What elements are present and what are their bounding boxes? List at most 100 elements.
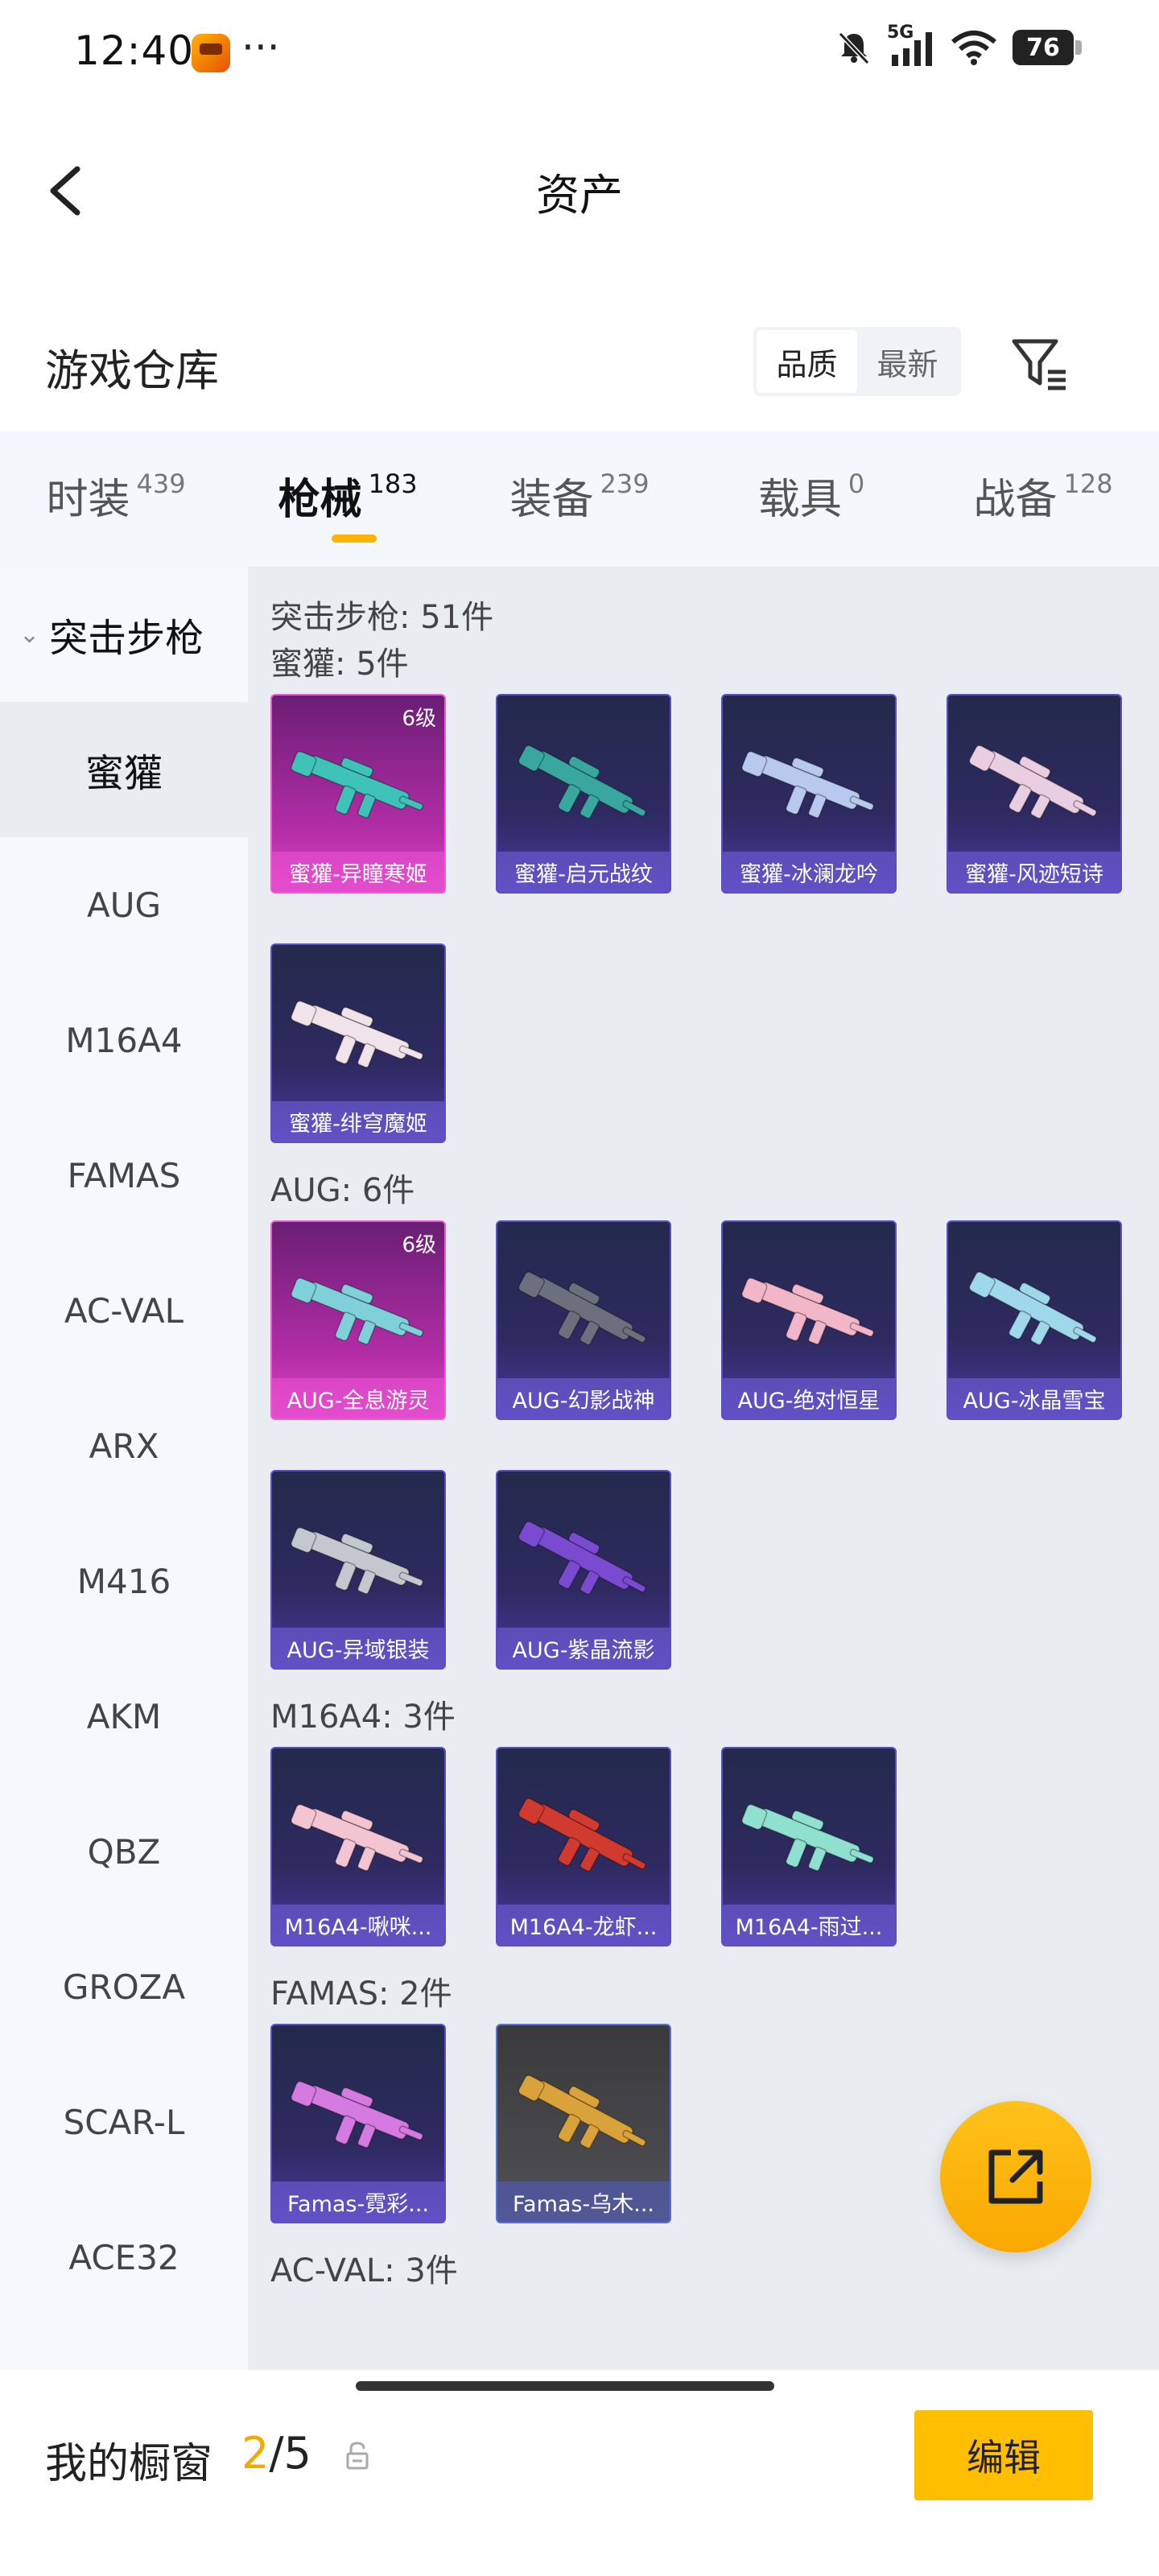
weapon-skin-card[interactable]: 6级 AUG-全息游灵 <box>270 1220 446 1420</box>
showcase-current: 2 <box>241 2428 270 2479</box>
battery-level: 76 <box>1013 30 1074 65</box>
sidebar-item-m16a4[interactable]: M16A4 <box>0 972 248 1108</box>
weapon-skin-name: M16A4-啾咪... <box>272 1905 444 1945</box>
weapon-skin-name: 蜜獾-冰澜龙吟 <box>723 852 895 892</box>
share-button[interactable] <box>940 2101 1091 2252</box>
weapon-skin-name: 蜜獾-风迹短诗 <box>948 852 1120 892</box>
tab-supplies[interactable]: 战备 128 <box>927 431 1159 567</box>
more-notifications-icon: ··· <box>241 24 280 71</box>
weapon-image <box>966 728 1106 840</box>
weapon-image <box>290 1254 430 1367</box>
home-indicator <box>356 2381 774 2391</box>
weapon-skin-name: M16A4-龙虾... <box>497 1905 670 1945</box>
tab-label: 时装 <box>46 476 130 524</box>
weapon-image <box>290 2058 430 2170</box>
sort-quality-button[interactable]: 品质 <box>757 330 857 393</box>
status-time: 12:40 <box>74 27 195 74</box>
weapon-skin-card[interactable]: M16A4-雨过... <box>721 1747 897 1946</box>
weapon-image <box>515 1254 655 1367</box>
tab-count: 439 <box>136 469 186 499</box>
tab-fashion[interactable]: 时装 439 <box>0 431 232 567</box>
sidebar-item-honey-badger[interactable]: 蜜獾 <box>0 702 248 837</box>
weapon-image <box>290 728 430 840</box>
sort-newest-button[interactable]: 最新 <box>857 330 958 393</box>
sidebar-item-ac-val[interactable]: AC-VAL <box>0 1243 248 1378</box>
tab-firearms[interactable]: 枪械 183 <box>232 431 464 567</box>
weapon-image <box>515 728 655 840</box>
weapon-skin-name: AUG-紫晶流影 <box>497 1628 670 1668</box>
nav-header: 资产 <box>0 137 1159 242</box>
sidebar-item-aug[interactable]: AUG <box>0 837 248 972</box>
category-total: 突击步枪: 51件 <box>270 599 494 636</box>
showcase-bar: 我的橱窗 2/5 编辑 <box>0 2370 1159 2576</box>
sidebar-item-m416[interactable]: M416 <box>0 1513 248 1649</box>
weapon-grid-panel: 突击步枪: 51件 蜜獾: 5件 6级 蜜獾-异瞳寒姬 蜜獾-启元战纹 蜜獾-冰澜龙吟蜜… <box>248 567 1159 2370</box>
filter-button[interactable] <box>1008 332 1072 396</box>
tab-count: 183 <box>368 469 418 499</box>
weapon-skin-card[interactable]: AUG-冰晶雪宝 <box>947 1220 1122 1420</box>
tab-count: 239 <box>600 469 650 499</box>
mute-bell-icon <box>838 31 870 65</box>
weapon-image <box>740 728 881 840</box>
weapon-skin-name: Famas-乌木... <box>497 2182 670 2222</box>
tab-label: 枪械 <box>278 476 362 524</box>
weapon-skin-card[interactable]: AUG-异域银装 <box>270 1470 446 1670</box>
external-link-icon <box>988 2149 1043 2204</box>
status-bar: 12:40 ··· 5G 76 <box>0 0 1159 105</box>
sidebar-item-scar-l[interactable]: SCAR-L <box>0 2054 248 2190</box>
weapon-skin-card[interactable]: 蜜獾-冰澜龙吟 <box>721 694 897 894</box>
tab-equipment[interactable]: 装备 239 <box>464 431 695 567</box>
sidebar-item-akm[interactable]: AKM <box>0 1649 248 1784</box>
weapon-skin-card[interactable]: 6级蜜獾-异瞳寒姬 <box>270 694 446 894</box>
weapon-skin-card[interactable]: AUG-幻影战神 <box>496 1220 671 1420</box>
sidebar-item-ace32[interactable]: ACE32 <box>0 2190 248 2325</box>
level-badge: 6级 <box>402 707 436 731</box>
app-notification-icon <box>192 34 230 72</box>
battery-icon: 76 <box>1013 30 1082 65</box>
tab-vehicles[interactable]: 载具 0 <box>695 431 927 567</box>
edit-button[interactable]: 编辑 <box>914 2410 1093 2500</box>
sidebar-item-qbz[interactable]: QBZ <box>0 1784 248 1919</box>
weapon-skin-card[interactable]: 蜜獾-绯穹魔姬 <box>270 943 446 1143</box>
level-badge: 6级 <box>402 1233 436 1257</box>
sidebar-item-groza[interactable]: GROZA <box>0 1919 248 2054</box>
section-title: FAMAS: 2件 <box>270 1975 452 2013</box>
weapon-skin-name: M16A4-雨过... <box>723 1905 895 1945</box>
sidebar-item-arx[interactable]: ARX <box>0 1378 248 1513</box>
sort-toggle: 品质 最新 <box>753 327 961 396</box>
weapon-skin-card[interactable]: M16A4-龙虾... <box>496 1747 671 1946</box>
category-tabs: 时装 439 枪械 183 装备 239 载具 0 战备 128 <box>0 431 1159 567</box>
showcase-count: 2/5 <box>241 2428 311 2479</box>
section-title: AC-VAL: 3件 <box>270 2252 458 2289</box>
weapon-skin-card[interactable]: 蜜獾-启元战纹 <box>496 694 671 894</box>
weapon-skin-card[interactable]: Famas-乌木... <box>496 2024 671 2223</box>
weapon-skin-card[interactable]: Famas-霓彩... <box>270 2024 446 2223</box>
tab-label: 装备 <box>509 476 594 524</box>
weapon-skin-card[interactable]: M16A4-啾咪... <box>270 1747 446 1946</box>
tab-label: 战备 <box>973 476 1058 524</box>
weapon-image <box>966 1254 1106 1367</box>
weapon-image <box>515 1781 655 1893</box>
weapon-skin-name: AUG-异域银装 <box>272 1628 444 1668</box>
sidebar-item-famas[interactable]: FAMAS <box>0 1108 248 1243</box>
section-title: M16A4: 3件 <box>270 1699 456 1736</box>
weapon-skin-name: 蜜獾-异瞳寒姬 <box>272 852 444 892</box>
weapon-skin-name: 蜜獾-启元战纹 <box>497 852 670 892</box>
tab-count: 0 <box>848 469 865 499</box>
weapon-skin-name: AUG-幻影战神 <box>497 1378 670 1418</box>
showcase-label: 我的橱窗 <box>45 2440 213 2488</box>
weapon-skin-card[interactable]: AUG-绝对恒星 <box>721 1220 897 1420</box>
weapon-skin-name: Famas-霓彩... <box>272 2182 444 2222</box>
weapon-image <box>740 1254 881 1367</box>
weapon-image <box>740 1781 881 1893</box>
status-icons: 5G 76 <box>835 23 1082 68</box>
weapon-skin-name: AUG-绝对恒星 <box>723 1378 895 1418</box>
weapon-skin-card[interactable]: 蜜獾-风迹短诗 <box>947 694 1122 894</box>
weapon-skin-card[interactable]: AUG-紫晶流影 <box>496 1470 671 1670</box>
weapon-skin-name: AUG-全息游灵 <box>272 1378 444 1418</box>
filter-icon <box>1012 339 1066 390</box>
sidebar-category-assault-rifles[interactable]: ⌄ 突击步枪 <box>0 567 248 702</box>
lock-icon <box>346 2442 369 2470</box>
weapon-image <box>290 1504 430 1616</box>
chevron-down-icon: ⌄ <box>19 620 40 649</box>
